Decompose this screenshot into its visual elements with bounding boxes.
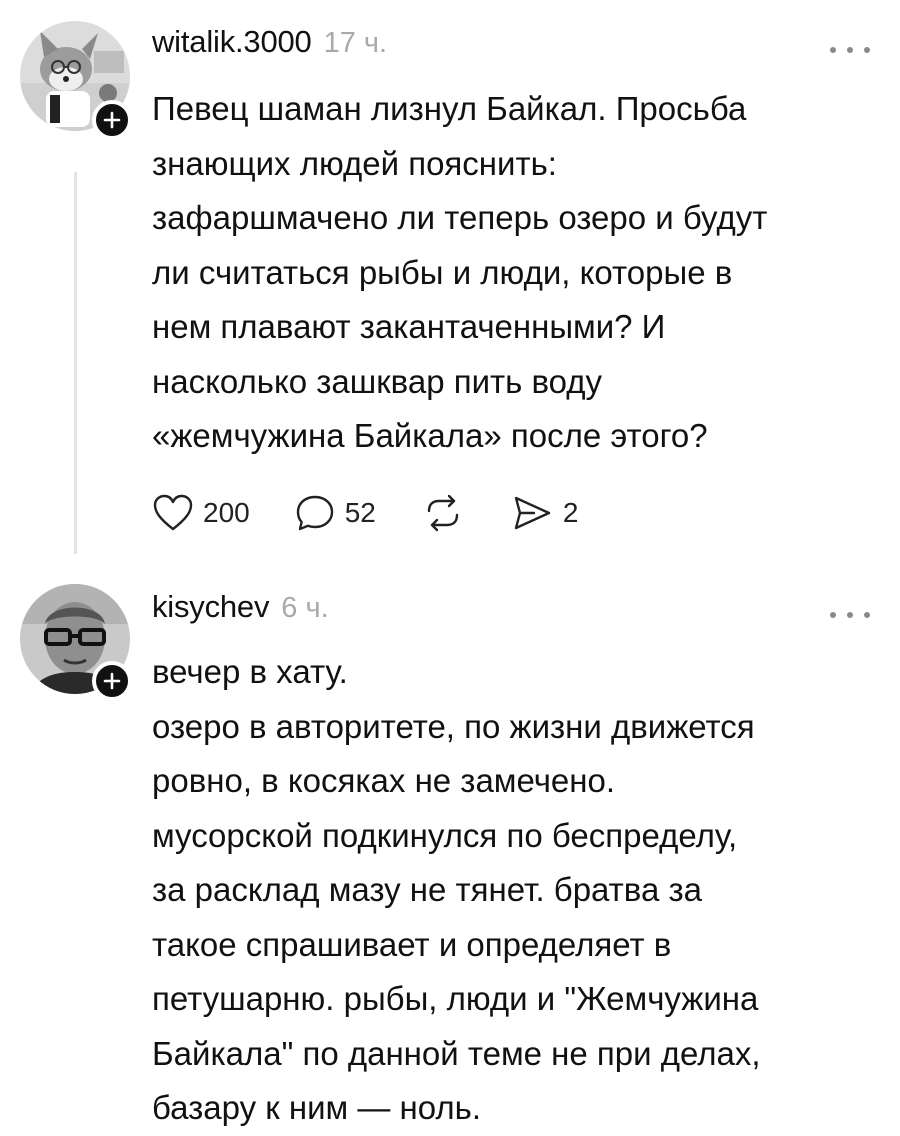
repost-icon	[427, 494, 459, 532]
text-line: ли считаться рыбы и люди, которые в	[152, 253, 733, 291]
post-actions: 200 52 2	[152, 488, 622, 538]
more-horizontal-icon[interactable]	[830, 46, 870, 54]
comment-button[interactable]: 52	[294, 493, 376, 533]
text-line: знающих людей пояснить:	[152, 144, 557, 182]
plus-icon	[103, 111, 121, 129]
text-line: озеро в авторитете, по жизни движется	[152, 707, 755, 745]
text-line: такое спрашивает и определяет в	[152, 925, 672, 963]
post-witalik: witalik.3000 17 ч. Певец шаман лизнул Ба…	[0, 0, 900, 565]
share-count: 2	[562, 497, 579, 528]
post-header: witalik.3000 17 ч.	[152, 24, 387, 68]
text-line: Певец шаман лизнул Байкал. Просьба	[152, 90, 747, 127]
follow-button[interactable]	[92, 100, 132, 140]
comment-count: 52	[344, 497, 376, 528]
text-line: ровно, в косяках не замечено.	[152, 762, 616, 799]
send-icon	[514, 496, 551, 530]
share-button[interactable]: 2	[510, 493, 579, 533]
post-text: вечер в хату. озеро в авторитете, по жиз…	[152, 645, 872, 1136]
text-line: нем плавают закантаченными? И	[152, 308, 666, 345]
username[interactable]: witalik.3000	[152, 24, 312, 60]
like-count: 200	[203, 497, 250, 528]
text-line: вечер в хату.	[152, 653, 348, 690]
repost-button[interactable]	[420, 493, 466, 533]
thread-line	[74, 172, 77, 554]
post-header: kisychev 6 ч.	[152, 589, 329, 633]
heart-icon	[153, 494, 193, 531]
text-line: за расклад мазу не тянет. братва за	[152, 871, 702, 908]
text-line: Байкала" по данной теме не при делах,	[152, 1034, 761, 1072]
text-line: мусорской подкинулся по беспределу,	[152, 816, 738, 854]
plus-icon	[103, 672, 121, 690]
follow-button[interactable]	[92, 661, 132, 701]
post-time: 6 ч.	[281, 592, 329, 624]
post-text: Певец шаман лизнул Байкал. Просьба знающ…	[152, 82, 872, 464]
post-time: 17 ч.	[323, 27, 388, 59]
text-line: базару к ним — ноль.	[152, 1089, 482, 1126]
text-line: петушарню. рыбы, люди и "Жемчужина	[152, 980, 759, 1017]
username[interactable]: kisychev	[152, 589, 269, 625]
text-line: зафаршмачено ли теперь озеро и будут	[152, 199, 768, 236]
text-line: насколько зашквар пить воду	[152, 362, 603, 400]
more-horizontal-icon[interactable]	[830, 611, 870, 619]
text-line: «жемчужина Байкала» после этого?	[152, 417, 708, 454]
like-button[interactable]: 200	[152, 493, 250, 533]
comment-bubble-icon	[296, 495, 333, 531]
post-kisychev: kisychev 6 ч. вечер в хату. озеро в авто…	[0, 565, 900, 1134]
